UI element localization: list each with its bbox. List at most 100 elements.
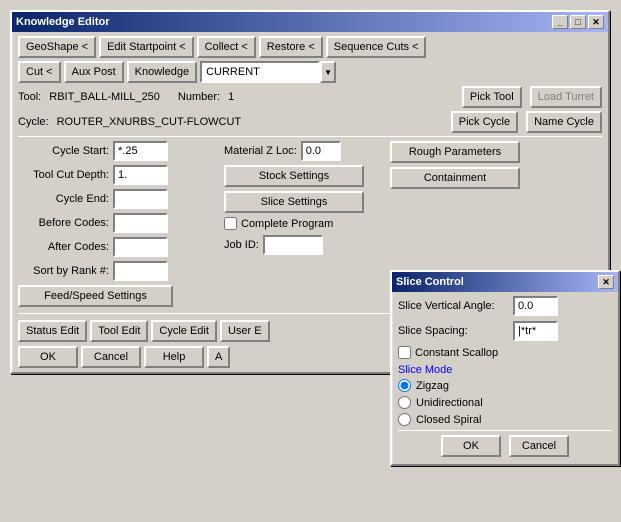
cut-btn[interactable]: Cut < — [18, 61, 61, 83]
slice-title-text: Slice Control — [396, 276, 464, 288]
complete-program-label: Complete Program — [241, 218, 333, 230]
toolbar-row-1: GeoShape < Edit Startpoint < Collect < R… — [18, 36, 602, 58]
cycle-start-label: Cycle Start: — [18, 145, 113, 157]
slice-settings-btn[interactable]: Slice Settings — [224, 191, 364, 213]
closed-spiral-label: Closed Spiral — [416, 414, 481, 426]
rough-params-btn[interactable]: Rough Parameters — [390, 141, 520, 163]
slice-cancel-btn[interactable]: Cancel — [509, 435, 569, 457]
cycle-edit-btn[interactable]: Cycle Edit — [151, 320, 217, 342]
edit-startpoint-btn[interactable]: Edit Startpoint < — [99, 36, 194, 58]
unidirectional-row: Unidirectional — [398, 396, 612, 409]
geoshape-btn[interactable]: GeoShape < — [18, 36, 96, 58]
minimize-btn[interactable]: _ — [552, 15, 568, 29]
maximize-btn[interactable]: □ — [570, 15, 586, 29]
number-label: Number: — [178, 91, 220, 103]
main-title-bar: Knowledge Editor _ □ ✕ — [12, 12, 608, 32]
tool-cut-depth-input[interactable] — [113, 165, 168, 185]
after-codes-row: After Codes: — [18, 237, 218, 257]
unidirectional-label: Unidirectional — [416, 397, 483, 409]
slice-content: Slice Vertical Angle: Slice Spacing: Con… — [392, 292, 618, 464]
complete-program-row: Complete Program — [224, 217, 384, 230]
rough-params-row: Rough Parameters — [390, 141, 602, 163]
before-codes-input[interactable] — [113, 213, 168, 233]
dropdown-current-value: CURRENT — [200, 61, 320, 83]
slice-title-buttons: ✕ — [598, 275, 614, 289]
slice-close-btn[interactable]: ✕ — [598, 275, 614, 289]
sort-by-rank-label: Sort by Rank #: — [18, 265, 113, 277]
cycle-start-row: Cycle Start: — [18, 141, 218, 161]
material-z-loc-label: Material Z Loc: — [224, 145, 297, 157]
cycle-row: Cycle: ROUTER_XNURBS_CUT-FLOWCUT Pick Cy… — [18, 111, 602, 133]
sequence-cuts-btn[interactable]: Sequence Cuts < — [326, 36, 427, 58]
slice-buttons-row: OK Cancel — [398, 435, 612, 457]
slice-vertical-angle-input[interactable] — [513, 296, 558, 316]
tool-cut-depth-row: Tool Cut Depth: — [18, 165, 218, 185]
containment-btn[interactable]: Containment — [390, 167, 520, 189]
after-codes-label: After Codes: — [18, 241, 113, 253]
status-edit-btn[interactable]: Status Edit — [18, 320, 87, 342]
cycle-label: Cycle: — [18, 116, 49, 128]
stock-settings-btn[interactable]: Stock Settings — [224, 165, 364, 187]
user-btn[interactable]: User E — [220, 320, 270, 342]
unidirectional-radio[interactable] — [398, 396, 411, 409]
cycle-end-row: Cycle End: — [18, 189, 218, 209]
slice-mode-row: Slice Mode — [398, 364, 612, 376]
material-z-loc-input[interactable] — [301, 141, 341, 161]
ok-btn[interactable]: OK — [18, 346, 78, 368]
containment-row: Containment — [390, 167, 602, 189]
restore-btn[interactable]: Restore < — [259, 36, 323, 58]
load-turret-btn[interactable]: Load Turret — [530, 86, 602, 108]
toolbar-row-2: Cut < Aux Post Knowledge CURRENT ▼ — [18, 61, 602, 83]
tool-value: RBIT_BALL-MILL_250 — [49, 91, 160, 103]
job-id-label: Job ID: — [224, 239, 259, 251]
slice-spacing-input[interactable] — [513, 321, 558, 341]
middle-panel: Material Z Loc: Stock Settings Slice Set… — [224, 141, 384, 307]
main-title-text: Knowledge Editor — [16, 16, 110, 28]
before-codes-label: Before Codes: — [18, 217, 113, 229]
cycle-end-label: Cycle End: — [18, 193, 113, 205]
after-codes-input[interactable] — [113, 237, 168, 257]
slice-settings-row: Slice Settings — [224, 191, 384, 213]
collect-btn[interactable]: Collect < — [197, 36, 256, 58]
job-id-input[interactable] — [263, 235, 323, 255]
sort-by-rank-input[interactable] — [113, 261, 168, 281]
closed-spiral-radio[interactable] — [398, 413, 411, 426]
name-cycle-btn[interactable]: Name Cycle — [526, 111, 602, 133]
number-value: 1 — [228, 91, 234, 103]
cycle-end-input[interactable] — [113, 189, 168, 209]
slice-title-bar: Slice Control ✕ — [392, 272, 618, 292]
dropdown-arrow-icon[interactable]: ▼ — [320, 61, 336, 83]
before-codes-row: Before Codes: — [18, 213, 218, 233]
complete-program-checkbox[interactable] — [224, 217, 237, 230]
tool-label: Tool: — [18, 91, 41, 103]
closed-spiral-row: Closed Spiral — [398, 413, 612, 426]
knowledge-dropdown[interactable]: CURRENT ▼ — [200, 61, 336, 83]
pick-tool-btn[interactable]: Pick Tool — [462, 86, 522, 108]
left-panel: Cycle Start: Tool Cut Depth: Cycle End: … — [18, 141, 218, 307]
slice-ok-btn[interactable]: OK — [441, 435, 501, 457]
cycle-start-input[interactable] — [113, 141, 168, 161]
job-id-row: Job ID: — [224, 235, 384, 255]
constant-scallop-label: Constant Scallop — [415, 347, 498, 359]
feed-speed-row: Feed/Speed Settings — [18, 285, 218, 307]
slice-window: Slice Control ✕ Slice Vertical Angle: Sl… — [390, 270, 620, 466]
pick-cycle-btn[interactable]: Pick Cycle — [451, 111, 518, 133]
constant-scallop-checkbox[interactable] — [398, 346, 411, 359]
feed-speed-btn[interactable]: Feed/Speed Settings — [18, 285, 173, 307]
cancel-btn[interactable]: Cancel — [81, 346, 141, 368]
stock-settings-row: Stock Settings — [224, 165, 384, 187]
tool-edit-btn[interactable]: Tool Edit — [90, 320, 148, 342]
cycle-value: ROUTER_XNURBS_CUT-FLOWCUT — [57, 116, 242, 128]
zigzag-row: Zigzag — [398, 379, 612, 392]
slice-vertical-angle-row: Slice Vertical Angle: — [398, 296, 612, 316]
slice-mode-label[interactable]: Slice Mode — [398, 364, 452, 376]
close-btn[interactable]: ✕ — [588, 15, 604, 29]
aux-post-btn[interactable]: Aux Post — [64, 61, 124, 83]
slice-vertical-angle-label: Slice Vertical Angle: — [398, 300, 513, 312]
knowledge-btn[interactable]: Knowledge — [127, 61, 197, 83]
zigzag-radio[interactable] — [398, 379, 411, 392]
separator-1 — [18, 136, 602, 137]
tool-cut-depth-label: Tool Cut Depth: — [18, 169, 113, 181]
extra-btn[interactable]: A — [207, 346, 230, 368]
help-btn[interactable]: Help — [144, 346, 204, 368]
